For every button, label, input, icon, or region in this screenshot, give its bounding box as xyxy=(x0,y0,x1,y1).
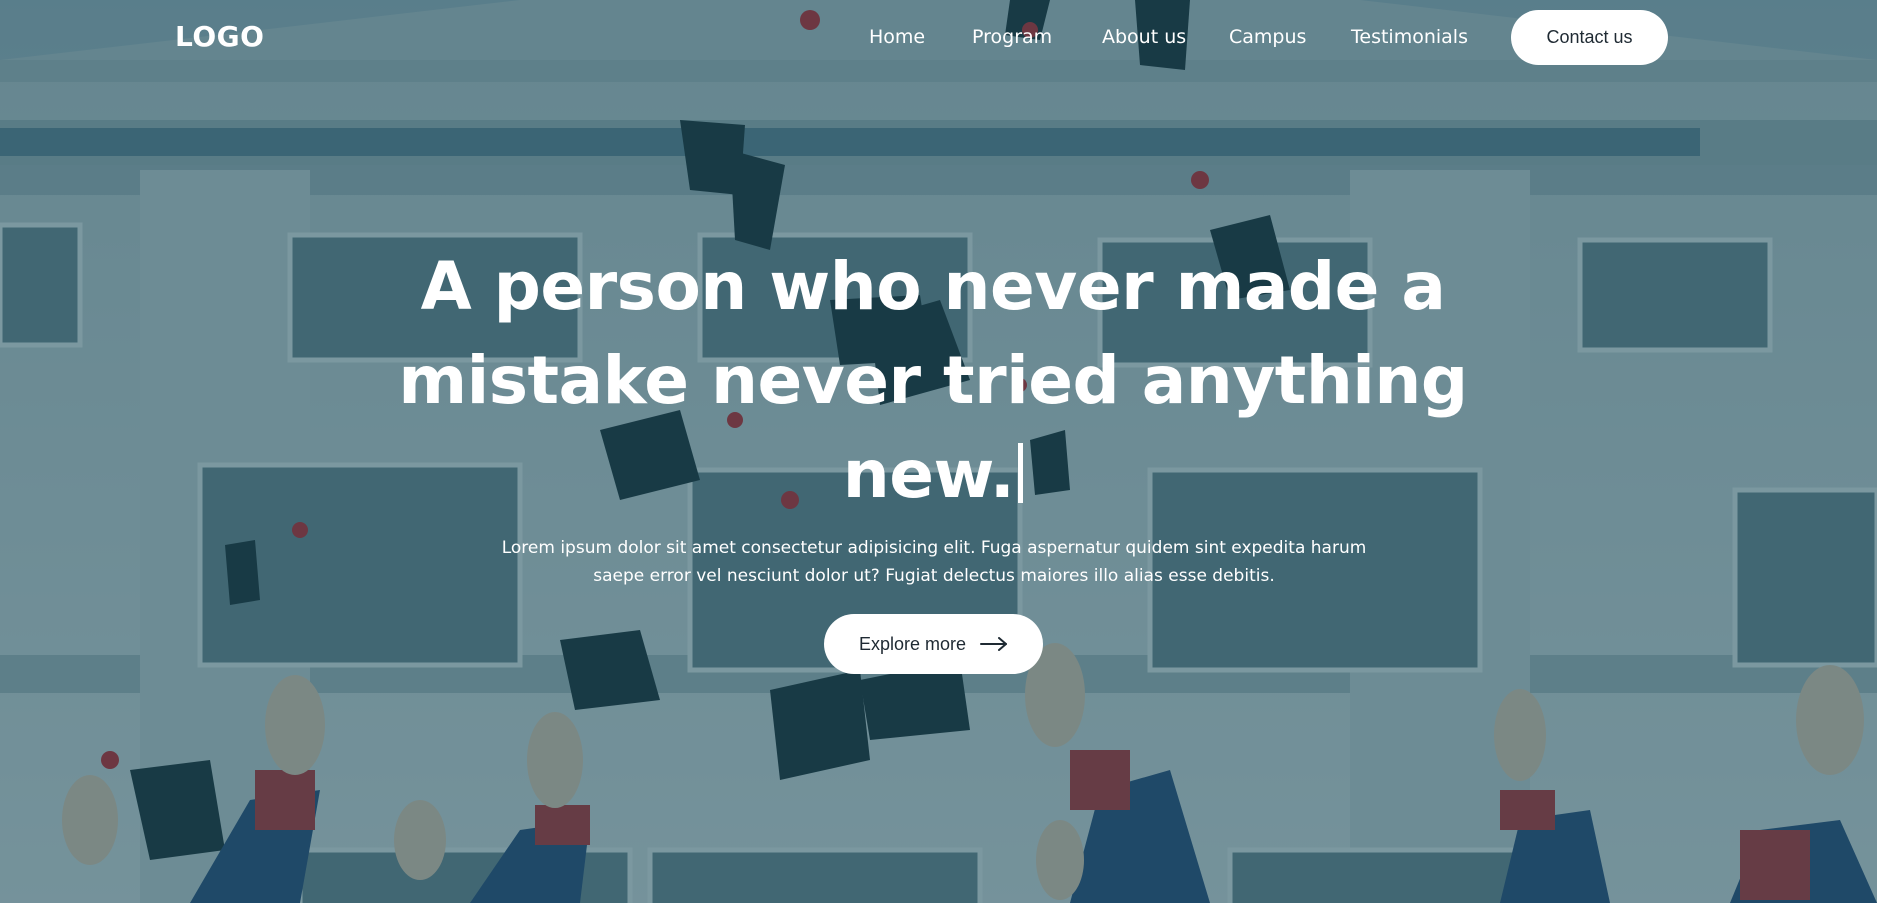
hero-headline-text: A person who never made a mistake never … xyxy=(398,248,1468,513)
navbar: LOGO Home Program About us Campus Testim… xyxy=(0,0,1877,76)
logo[interactable]: LOGO xyxy=(175,20,264,53)
nav-link-testimonials[interactable]: Testimonials xyxy=(1351,26,1468,48)
hero-subtext: Lorem ipsum dolor sit amet consectetur a… xyxy=(501,538,1367,586)
typing-cursor xyxy=(1018,443,1024,503)
explore-more-label: Explore more xyxy=(858,633,967,654)
arrow-right-icon xyxy=(980,637,1008,651)
nav-link-about[interactable]: About us xyxy=(1102,26,1186,48)
nav-link-campus[interactable]: Campus xyxy=(1229,26,1306,48)
contact-button[interactable]: Contact us xyxy=(1511,10,1668,65)
explore-more-button[interactable]: Explore more xyxy=(824,614,1043,674)
hero-headline: A person who never made a mistake never … xyxy=(388,240,1478,522)
nav-link-program[interactable]: Program xyxy=(972,26,1052,48)
nav-link-home[interactable]: Home xyxy=(869,26,925,48)
hero-section: LOGO Home Program About us Campus Testim… xyxy=(0,0,1877,903)
